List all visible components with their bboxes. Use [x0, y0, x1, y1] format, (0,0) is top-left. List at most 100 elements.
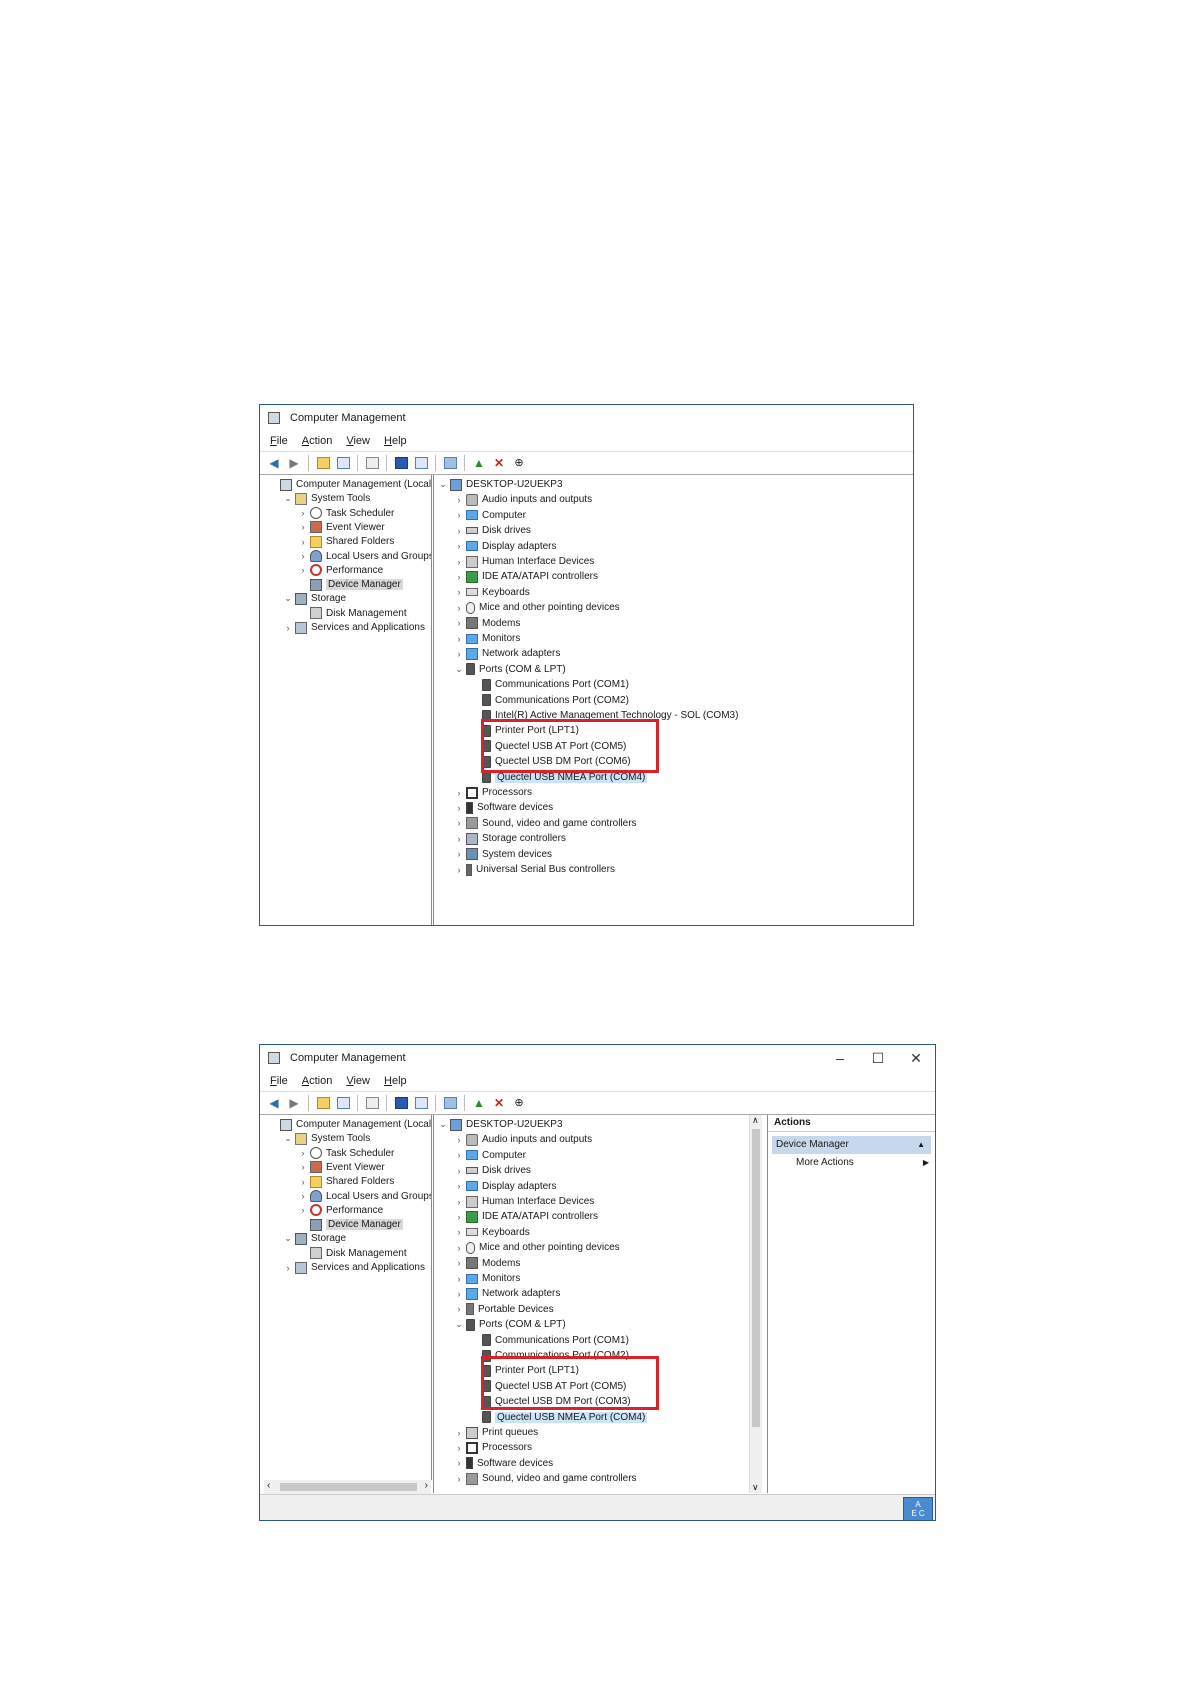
device-tree-item[interactable]: › Keyboards: [454, 1225, 530, 1240]
maximize-icon[interactable]: ☐: [859, 1045, 897, 1071]
device-tree-item[interactable]: › Keyboards: [454, 585, 530, 600]
show-action-pane-icon[interactable]: [413, 455, 429, 471]
actions-section-device-manager[interactable]: Device Manager ▲: [772, 1136, 931, 1154]
up-folder-icon[interactable]: [315, 1095, 331, 1111]
horizontal-scroll-thumb[interactable]: [280, 1483, 417, 1491]
device-tree-item[interactable]: › Modems: [454, 1256, 520, 1271]
scroll-up-icon[interactable]: ∧: [752, 1115, 759, 1126]
expand-chevron-icon[interactable]: ⌄: [283, 1133, 293, 1144]
vertical-scrollbar[interactable]: ∧ ∨: [749, 1115, 762, 1493]
collapse-chevron-icon[interactable]: ›: [454, 1428, 464, 1438]
back-arrow-icon[interactable]: ◀: [266, 455, 282, 471]
device-tree-item[interactable]: › Universal Serial Bus controllers: [454, 862, 615, 877]
device-tree-item[interactable]: › Software devices: [454, 800, 553, 815]
collapse-chevron-icon[interactable]: ›: [298, 1205, 308, 1215]
expand-chevron-icon[interactable]: ⌄: [283, 493, 293, 504]
console-tree-item[interactable]: ⌄ System Tools: [283, 491, 370, 506]
properties-icon[interactable]: [364, 1095, 380, 1111]
collapse-chevron-icon[interactable]: ›: [454, 1289, 464, 1299]
device-tree-item[interactable]: › Computer: [454, 508, 526, 523]
collapse-chevron-icon[interactable]: ›: [454, 526, 464, 536]
collapse-chevron-icon[interactable]: ›: [454, 634, 464, 644]
collapse-chevron-icon[interactable]: ›: [454, 1150, 464, 1160]
device-tree-item[interactable]: › Display adapters: [454, 1179, 557, 1194]
collapse-chevron-icon[interactable]: ›: [454, 603, 464, 613]
console-tree-item[interactable]: › Services and Applications: [283, 1260, 425, 1275]
minimize-icon[interactable]: –: [821, 1045, 859, 1071]
collapse-chevron-icon[interactable]: ›: [298, 551, 308, 561]
menu-file[interactable]: File: [270, 435, 288, 447]
collapse-chevron-icon[interactable]: ›: [454, 1197, 464, 1207]
collapse-chevron-icon[interactable]: ›: [454, 1166, 464, 1176]
more-actions-item[interactable]: More Actions ▶: [768, 1154, 935, 1172]
console-tree-item[interactable]: Disk Management: [298, 606, 407, 621]
collapse-chevron-icon[interactable]: ›: [454, 849, 464, 859]
disable-device-icon[interactable]: ⊕: [511, 1095, 527, 1111]
menu-view[interactable]: View: [346, 1075, 370, 1087]
device-tree-item[interactable]: › Processors: [454, 785, 532, 800]
device-tree-item[interactable]: › IDE ATA/ATAPI controllers: [454, 569, 598, 584]
collapse-chevron-icon[interactable]: ›: [454, 541, 464, 551]
collapse-chevron-icon[interactable]: ›: [454, 803, 464, 813]
collapse-chevron-icon[interactable]: ›: [298, 1177, 308, 1187]
device-tree-item[interactable]: › Human Interface Devices: [454, 1194, 594, 1209]
collapse-chevron-icon[interactable]: ›: [298, 565, 308, 575]
device-tree-item[interactable]: Quectel USB NMEA Port (COM4): [470, 1410, 648, 1425]
device-tree-item[interactable]: › Software devices: [454, 1456, 553, 1471]
collapse-chevron-icon[interactable]: ›: [454, 572, 464, 582]
scroll-right-icon[interactable]: ›: [425, 1480, 428, 1491]
properties-icon[interactable]: [364, 455, 380, 471]
collapse-chevron-icon[interactable]: ›: [454, 834, 464, 844]
console-tree-item[interactable]: Device Manager: [298, 577, 403, 592]
collapse-chevron-icon[interactable]: ›: [298, 1162, 308, 1172]
device-tree-item[interactable]: › Display adapters: [454, 539, 557, 554]
collapse-chevron-icon[interactable]: ›: [454, 1474, 464, 1484]
collapse-chevron-icon[interactable]: ›: [454, 510, 464, 520]
expand-chevron-icon[interactable]: ⌄: [454, 664, 464, 675]
collapse-chevron-icon[interactable]: ›: [454, 1135, 464, 1145]
collapse-chevron-icon[interactable]: ›: [454, 818, 464, 828]
device-tree-item[interactable]: › System devices: [454, 847, 552, 862]
console-tree-item[interactable]: › Local Users and Groups: [298, 1189, 431, 1204]
device-tree-item[interactable]: › Disk drives: [454, 523, 531, 538]
device-tree-item[interactable]: › Network adapters: [454, 1286, 560, 1301]
collapse-chevron-icon[interactable]: ›: [454, 1304, 464, 1314]
close-icon[interactable]: ✕: [897, 1045, 935, 1071]
scan-hardware-icon[interactable]: [442, 1095, 458, 1111]
forward-arrow-icon[interactable]: ▶: [286, 1095, 302, 1111]
collapse-chevron-icon[interactable]: ›: [454, 1274, 464, 1284]
update-driver-icon[interactable]: ▲: [471, 1095, 487, 1111]
disable-device-icon[interactable]: ⊕: [511, 455, 527, 471]
update-driver-icon[interactable]: ▲: [471, 455, 487, 471]
device-tree-item[interactable]: › Human Interface Devices: [454, 554, 594, 569]
menu-action[interactable]: Action: [302, 1075, 333, 1087]
collapse-chevron-icon[interactable]: ›: [454, 649, 464, 659]
console-tree-item[interactable]: ⌄ System Tools: [283, 1131, 370, 1146]
uninstall-icon[interactable]: ✕: [491, 1095, 507, 1111]
help-icon[interactable]: [393, 455, 409, 471]
collapse-chevron-icon[interactable]: ›: [454, 557, 464, 567]
device-tree-item[interactable]: › Processors: [454, 1440, 532, 1455]
console-tree-item[interactable]: Computer Management (Local: [268, 477, 431, 492]
collapse-chevron-icon[interactable]: ›: [454, 788, 464, 798]
help-icon[interactable]: [393, 1095, 409, 1111]
console-tree-item[interactable]: › Task Scheduler: [298, 1146, 394, 1161]
device-tree-item[interactable]: › Sound, video and game controllers: [454, 816, 637, 831]
device-tree-item[interactable]: › Network adapters: [454, 646, 560, 661]
console-tree-item[interactable]: ⌄ Storage: [283, 1231, 346, 1246]
collapse-chevron-icon[interactable]: ›: [454, 1458, 464, 1468]
device-tree-item[interactable]: › Mice and other pointing devices: [454, 1240, 620, 1255]
collapse-chevron-icon[interactable]: ›: [454, 865, 464, 875]
device-tree-item[interactable]: › Audio inputs and outputs: [454, 1132, 592, 1147]
device-tree-item[interactable]: ⌄ DESKTOP-U2UEKP3: [438, 1117, 563, 1132]
console-tree-item[interactable]: › Local Users and Groups: [298, 549, 431, 564]
device-tree-item[interactable]: ⌄ DESKTOP-U2UEKP3: [438, 477, 563, 492]
menu-help[interactable]: Help: [384, 435, 407, 447]
collapse-chevron-icon[interactable]: ›: [454, 618, 464, 628]
expand-chevron-icon[interactable]: ⌄: [283, 593, 293, 604]
console-tree-item[interactable]: › Shared Folders: [298, 1174, 394, 1189]
title-bar[interactable]: Computer Management: [260, 405, 913, 431]
collapse-chevron-icon[interactable]: ›: [298, 537, 308, 547]
title-bar[interactable]: Computer Management – ☐ ✕: [260, 1045, 935, 1071]
forward-arrow-icon[interactable]: ▶: [286, 455, 302, 471]
